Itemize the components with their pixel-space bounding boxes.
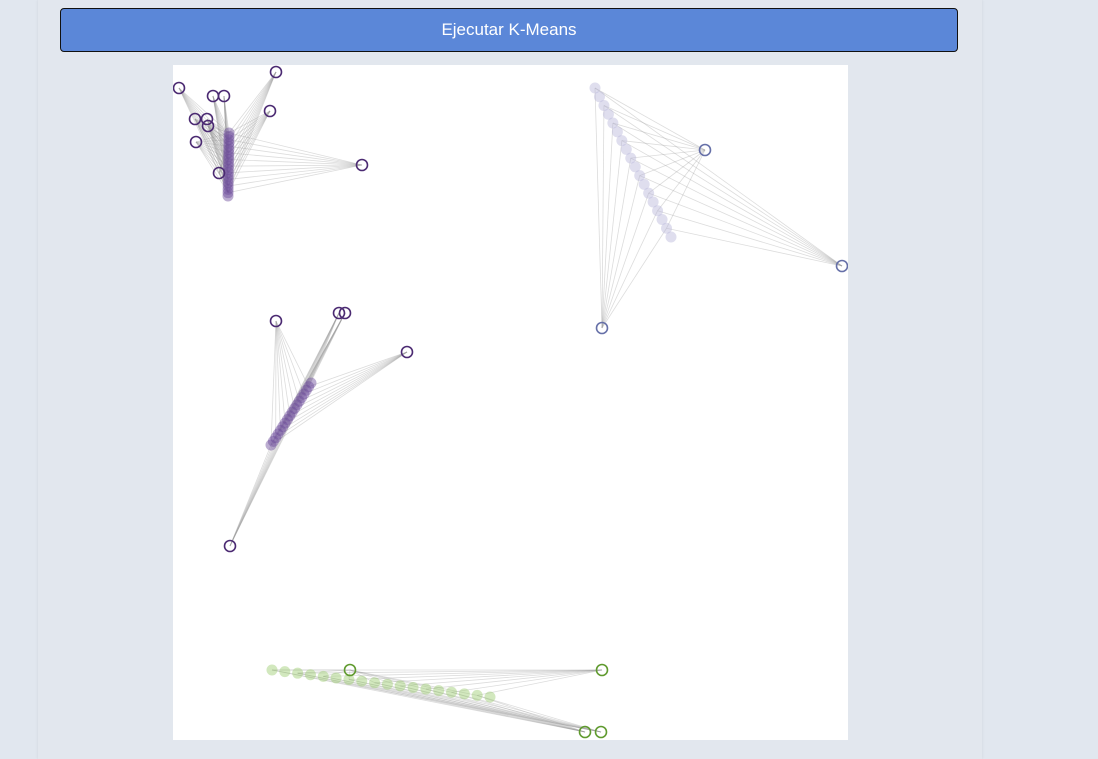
data-point bbox=[279, 666, 291, 678]
data-point bbox=[330, 672, 342, 684]
link-line bbox=[270, 320, 277, 446]
link-line bbox=[666, 149, 706, 229]
data-point bbox=[446, 686, 458, 698]
link-line bbox=[228, 164, 363, 187]
link-line bbox=[270, 351, 408, 446]
cluster-group-bottom bbox=[266, 663, 609, 739]
cluster-group-top-left bbox=[173, 65, 369, 202]
data-point bbox=[433, 685, 445, 697]
data-point bbox=[266, 664, 278, 676]
link-line bbox=[601, 175, 641, 329]
data-point bbox=[458, 688, 470, 700]
run-kmeans-button[interactable]: Ejecutar K-Means bbox=[60, 8, 958, 52]
link-line bbox=[594, 87, 603, 329]
cluster-group-top-right bbox=[589, 82, 848, 335]
data-point bbox=[665, 231, 677, 243]
data-point bbox=[369, 677, 381, 689]
kmeans-visualization bbox=[173, 65, 848, 739]
data-point bbox=[317, 670, 329, 682]
link-line bbox=[425, 669, 603, 690]
data-point bbox=[381, 678, 393, 690]
link-line bbox=[228, 164, 363, 180]
data-point bbox=[407, 681, 419, 693]
data-point bbox=[292, 667, 304, 679]
link-line bbox=[400, 685, 602, 733]
link-line bbox=[601, 210, 658, 329]
link-line bbox=[601, 228, 667, 329]
cluster-group-middle-left bbox=[223, 306, 414, 553]
data-point bbox=[356, 675, 368, 687]
link-line bbox=[275, 320, 305, 395]
link-line bbox=[275, 351, 408, 439]
link-line bbox=[228, 152, 363, 166]
data-point bbox=[471, 689, 483, 701]
data-point bbox=[222, 190, 234, 202]
link-line bbox=[648, 192, 843, 267]
main-panel: Ejecutar K-Means bbox=[38, 0, 982, 759]
data-point bbox=[394, 680, 406, 692]
link-line bbox=[451, 669, 603, 693]
link-line bbox=[228, 71, 277, 134]
data-point bbox=[420, 683, 432, 695]
data-point bbox=[484, 691, 496, 703]
link-line bbox=[228, 110, 271, 167]
link-line bbox=[228, 110, 271, 174]
data-point bbox=[304, 669, 316, 681]
data-point bbox=[305, 377, 317, 389]
kmeans-canvas[interactable] bbox=[173, 65, 848, 740]
